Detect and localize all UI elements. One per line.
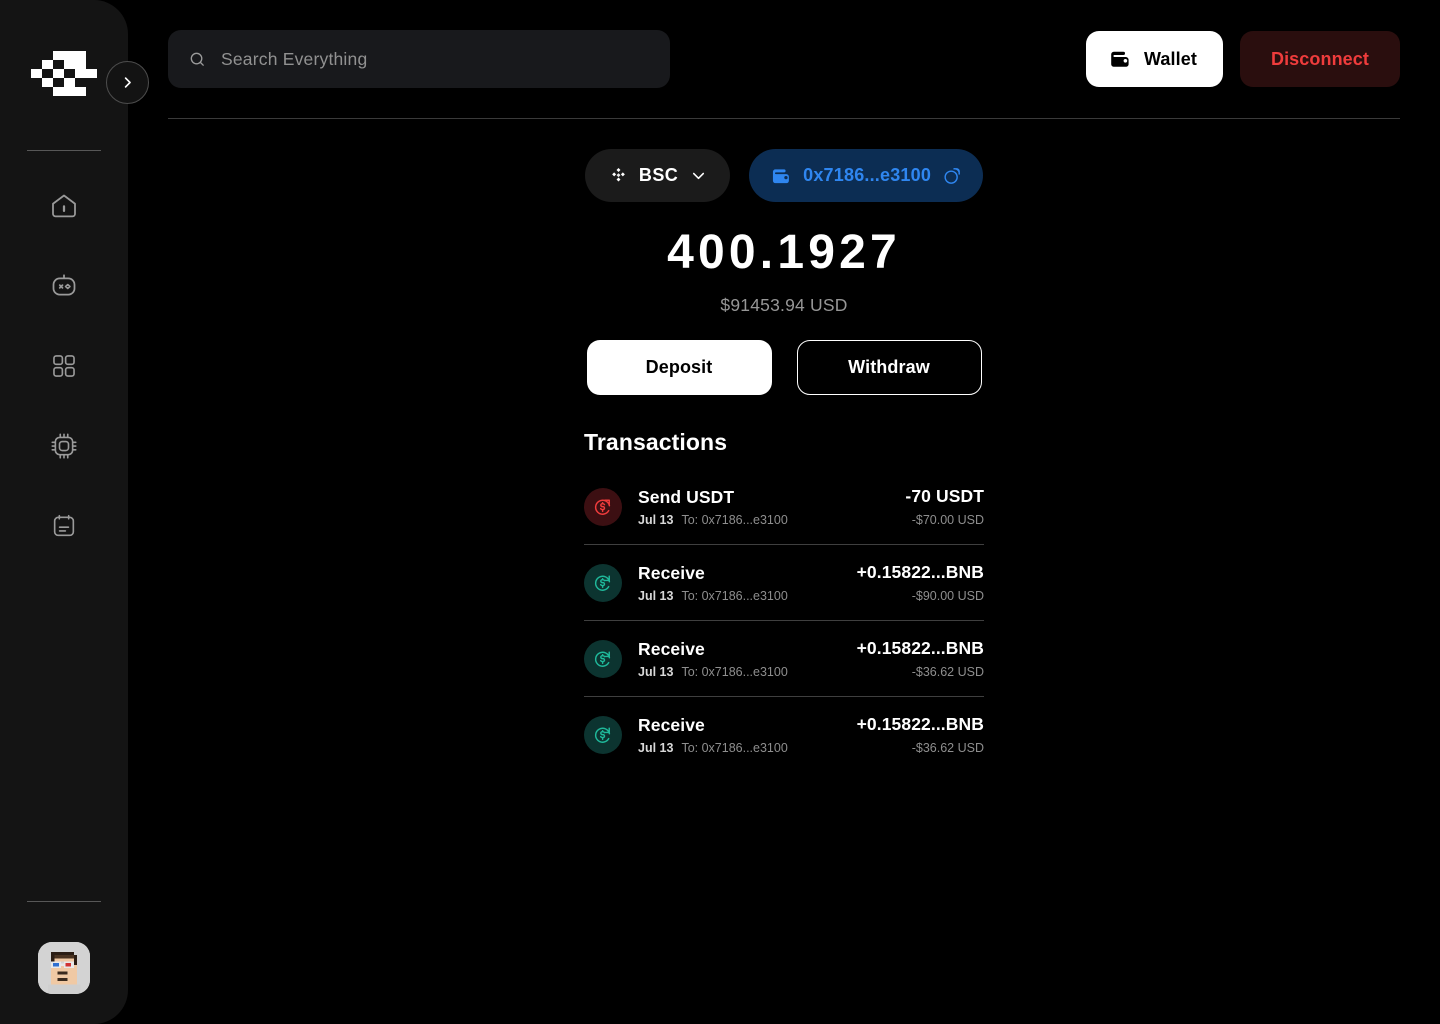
search-icon [190,52,204,66]
main-content: BSC 0x7186...e3100 400.1927 $91453.94 US… [168,118,1400,1024]
receive-money-icon [594,726,611,743]
wallet-balance-usd: $91453.94 USD [720,295,848,315]
sidebar-collapse-toggle[interactable] [106,61,149,104]
sidebar-item-apps[interactable] [43,345,85,387]
transaction-date: Jul 13 [638,512,674,527]
sidebar-item-bot[interactable] [43,265,85,307]
copy-icon[interactable] [942,166,962,186]
search-placeholder: Search Everything [221,48,368,69]
chip-icon [51,433,77,459]
transaction-amount: -70 USDT [905,486,984,506]
transactions-title: Transactions [584,429,728,455]
sidebar-item-home[interactable] [43,185,85,227]
transaction-info: Receive Jul 13 To: 0x7186...e3100 [638,715,788,755]
withdraw-button[interactable]: Withdraw [796,340,982,395]
transaction-usd: -$36.62 USD [911,741,984,755]
chevron-right-icon [124,77,131,88]
transaction-to: To: 0x7186...e3100 [681,588,788,603]
table-row[interactable]: Receive Jul 13 To: 0x7186...e3100 +0.158… [584,697,984,772]
avatar-pixel-art [38,942,90,994]
transaction-to: To: 0x7186...e3100 [681,740,788,755]
wallet-balance: 400.1927 [667,226,901,279]
transaction-subline: Jul 13 To: 0x7186...e3100 [638,513,788,527]
chain-address-row: BSC 0x7186...e3100 [584,149,984,202]
chevron-down-icon [693,172,705,180]
wallet-icon [1111,51,1129,67]
chain-name: BSC [638,165,679,185]
transaction-date: Jul 13 [638,664,674,679]
wallet-button-label: Wallet [1144,48,1197,69]
transaction-type-icon [584,487,622,526]
table-row[interactable]: Receive Jul 13 To: 0x7186...e3100 +0.158… [584,545,984,621]
transaction-info: Receive Jul 13 To: 0x7186...e3100 [638,639,788,679]
transaction-info: Send USDT Jul 13 To: 0x7186...e3100 [638,487,788,527]
header-actions: Wallet Disconnect [1086,31,1400,87]
grid-apps-icon [53,355,75,377]
wallet-icon [773,168,790,183]
sidebar-item-chip[interactable] [43,425,85,467]
transaction-name: Send USDT [638,486,735,507]
notes-icon [53,514,75,537]
table-row[interactable]: Send USDT Jul 13 To: 0x7186...e3100 -70 … [584,469,984,545]
transaction-amount: +0.15822...BNB [856,638,984,658]
transaction-name: Receive [638,562,705,583]
transaction-usd: -$90.00 USD [911,589,984,603]
avatar[interactable] [38,942,90,994]
chain-selector[interactable]: BSC [584,149,731,202]
transaction-subline: Jul 13 To: 0x7186...e3100 [638,665,788,679]
transaction-values: +0.15822...BNB -$36.62 USD [857,638,984,679]
transaction-values: -70 USDT -$70.00 USD [905,486,984,527]
bot-icon [52,274,76,296]
top-header: Search Everything Wallet Disconnect [168,0,1400,118]
disconnect-button-label: Disconnect [1270,48,1369,69]
transaction-name: Receive [638,638,705,659]
transaction-date: Jul 13 [638,740,674,755]
transaction-name: Receive [638,714,705,735]
transaction-type-icon [584,639,622,678]
receive-money-icon [594,574,611,591]
wallet-button[interactable]: Wallet [1086,31,1223,87]
transaction-subline: Jul 13 To: 0x7186...e3100 [638,589,788,603]
transaction-amount: +0.15822...BNB [856,714,984,734]
transaction-type-icon [584,715,622,754]
sidebar-nav [43,185,85,547]
transaction-values: +0.15822...BNB -$90.00 USD [857,562,984,603]
transaction-subline: Jul 13 To: 0x7186...e3100 [638,741,788,755]
search-input[interactable]: Search Everything [168,30,670,88]
app-root: Search Everything Wallet Disconnect BSC … [0,0,1440,1024]
transaction-info: Receive Jul 13 To: 0x7186...e3100 [638,563,788,603]
receive-money-icon [594,650,611,667]
transactions-list: Send USDT Jul 13 To: 0x7186...e3100 -70 … [584,469,984,772]
table-row[interactable]: Receive Jul 13 To: 0x7186...e3100 +0.158… [584,621,984,697]
transaction-to: To: 0x7186...e3100 [681,664,788,679]
checkered-logo-icon [31,51,97,96]
transaction-amount: +0.15822...BNB [856,562,984,582]
home-icon [52,194,76,218]
transaction-usd: -$36.62 USD [911,665,984,679]
sidebar-divider-top [27,150,101,151]
transactions-section: Transactions Send USDT Jul 13 To: 0x7186… [584,429,984,772]
sidebar-bottom [0,901,128,1024]
wallet-address-text: 0x7186...e3100 [803,165,932,185]
wallet-address-pill[interactable]: 0x7186...e3100 [749,149,984,202]
sidebar [0,0,128,1024]
transaction-values: +0.15822...BNB -$36.62 USD [857,714,984,755]
deposit-button[interactable]: Deposit [586,340,772,395]
transaction-type-icon [584,563,622,602]
transaction-date: Jul 13 [638,588,674,603]
send-money-icon [594,498,611,515]
transaction-usd: -$70.00 USD [911,513,984,527]
sidebar-item-notes[interactable] [43,505,85,547]
app-logo[interactable] [31,48,97,104]
wallet-actions: Deposit Withdraw [586,340,982,395]
sidebar-divider-bottom [27,901,101,902]
binance-icon [612,168,625,182]
disconnect-button[interactable]: Disconnect [1239,31,1400,87]
transaction-to: To: 0x7186...e3100 [681,512,788,527]
